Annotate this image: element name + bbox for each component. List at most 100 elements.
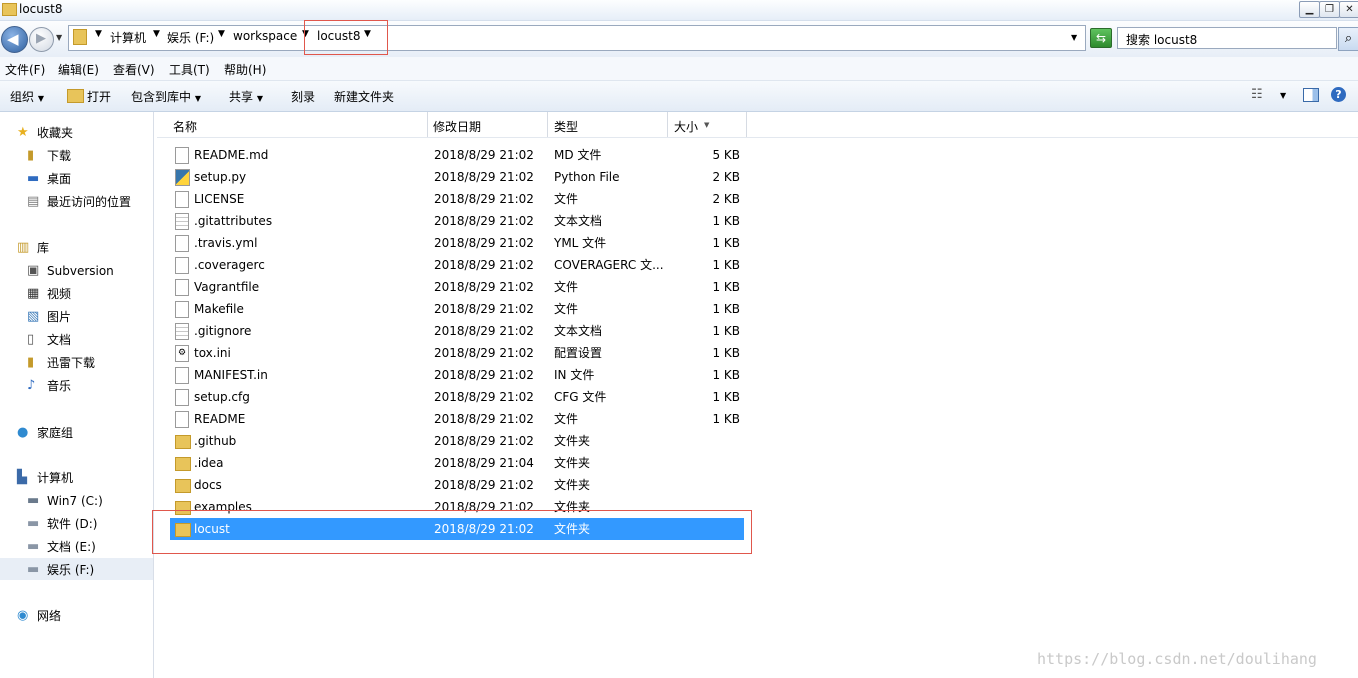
file-size: 1 KB [712,390,740,404]
folder-icon [175,435,191,449]
column-header-size[interactable]: 大小 [674,118,698,135]
breadcrumb-workspace[interactable]: workspace [233,29,297,43]
drive-icon: ▬ [27,562,40,577]
menu-file[interactable]: 文件(F) [5,61,45,78]
file-name: MANIFEST.in [194,368,268,382]
chevron-down-icon[interactable]: ▼ [95,29,102,39]
file-row[interactable]: setup.py 2018/8/29 21:02 Python File 2 KB [170,166,744,188]
file-row[interactable]: README 2018/8/29 21:02 文件 1 KB [170,408,744,430]
file-row[interactable]: .gitignore 2018/8/29 21:02 文本文档 1 KB [170,320,744,342]
nav-label: 文档 [47,333,72,347]
column-header-type[interactable]: 类型 [554,118,578,135]
subversion-icon: ▣ [27,263,40,278]
file-size: 1 KB [712,236,740,250]
preview-pane-icon[interactable] [1303,88,1319,102]
file-size: 2 KB [712,192,740,206]
file-name: setup.py [194,170,247,184]
minimize-button[interactable]: ▁ [1299,1,1320,18]
menu-tools[interactable]: 工具(T) [169,61,210,78]
file-row[interactable]: README.md 2018/8/29 21:02 MD 文件 5 KB [170,144,744,166]
column-header-row [157,112,1358,138]
file-name: .coveragerc [194,258,265,272]
file-size: 1 KB [712,412,740,426]
file-icon [175,301,189,318]
recent-pages-dropdown[interactable]: ▼ [56,33,62,42]
file-name: .idea [194,456,224,470]
file-date: 2018/8/29 21:02 [434,434,534,448]
include-in-library-button[interactable]: 包含到库中 ▼ [131,88,201,105]
column-header-name[interactable]: 名称 [173,118,197,135]
file-date: 2018/8/29 21:02 [434,258,534,272]
open-folder-icon [67,89,84,103]
column-divider[interactable] [427,112,428,137]
file-size: 1 KB [712,258,740,272]
file-row[interactable]: ⚙ tox.ini 2018/8/29 21:02 配置设置 1 KB [170,342,744,364]
back-button[interactable]: ◀ [1,26,28,53]
column-divider[interactable] [547,112,548,137]
close-button[interactable]: ✕ [1339,1,1358,18]
file-size: 1 KB [712,214,740,228]
file-row[interactable]: Vagrantfile 2018/8/29 21:02 文件 1 KB [170,276,744,298]
video-icon: ▦ [27,286,40,301]
file-size: 5 KB [712,148,740,162]
address-history-dropdown[interactable]: ▼ [1071,33,1077,42]
file-type: YML 文件 [554,236,607,250]
file-row[interactable]: docs 2018/8/29 21:02 文件夹 [170,474,744,496]
column-header-date[interactable]: 修改日期 [433,118,481,135]
file-icon [175,389,189,406]
burn-button[interactable]: 刻录 [291,88,315,105]
breadcrumb-drive-f[interactable]: 娱乐 (F:) [167,29,214,46]
drive-icon: ▬ [27,516,40,531]
star-icon: ★ [17,125,29,140]
file-row[interactable]: setup.cfg 2018/8/29 21:02 CFG 文件 1 KB [170,386,744,408]
organize-button[interactable]: 组织 ▼ [10,88,44,105]
column-divider[interactable] [746,112,747,137]
chevron-down-icon: ▼ [256,94,263,103]
search-icon: ⌕ [1344,31,1353,46]
file-name: .github [194,434,237,448]
file-type: 文件夹 [554,478,591,492]
file-row[interactable]: .github 2018/8/29 21:02 文件夹 [170,430,744,452]
folder-icon [175,457,191,471]
file-row[interactable]: .travis.yml 2018/8/29 21:02 YML 文件 1 KB [170,232,744,254]
file-row[interactable]: Makefile 2018/8/29 21:02 文件 1 KB [170,298,744,320]
menu-edit[interactable]: 编辑(E) [58,61,99,78]
file-name: README [194,412,246,426]
file-type: 文件 [554,412,579,426]
chevron-down-icon[interactable]: ▼ [153,29,160,39]
menu-help[interactable]: 帮助(H) [224,61,266,78]
file-type: Python File [554,170,620,184]
maximize-button[interactable]: ❐ [1319,1,1340,18]
refresh-button[interactable]: ⇆ [1090,28,1112,48]
file-size: 1 KB [712,280,740,294]
file-row[interactable]: MANIFEST.in 2018/8/29 21:02 IN 文件 1 KB [170,364,744,386]
file-row[interactable]: LICENSE 2018/8/29 21:02 文件 2 KB [170,188,744,210]
nav-label: 文档 (E:) [47,540,96,554]
organize-label: 组织 [10,90,35,104]
help-icon[interactable]: ? [1331,87,1346,102]
document-icon: ▯ [27,332,35,347]
file-name: .travis.yml [194,236,258,250]
forward-button[interactable]: ▶ [29,27,54,52]
file-row[interactable]: .gitattributes 2018/8/29 21:02 文本文档 1 KB [170,210,744,232]
share-button[interactable]: 共享 ▼ [229,88,263,105]
file-icon [175,367,189,384]
new-folder-button[interactable]: 新建文件夹 [334,88,394,105]
chevron-down-icon[interactable]: ▼ [218,29,225,39]
file-date: 2018/8/29 21:02 [434,170,534,184]
view-options-dropdown[interactable]: ▼ [1280,91,1286,100]
column-divider[interactable] [667,112,668,137]
file-row[interactable]: .idea 2018/8/29 21:04 文件夹 [170,452,744,474]
view-options-icon[interactable]: ☷ [1251,87,1263,102]
nav-label: 图片 [47,310,72,324]
open-button[interactable]: 打开 [87,88,111,105]
menu-view[interactable]: 查看(V) [113,61,155,78]
search-input[interactable]: 搜索 locust8 [1117,27,1337,49]
search-button[interactable]: ⌕ [1338,27,1358,51]
share-label: 共享 [229,90,254,104]
file-type: 文件 [554,192,579,206]
file-row[interactable]: .coveragerc 2018/8/29 21:02 COVERAGERC 文..… [170,254,744,276]
file-name: .gitignore [194,324,252,338]
breadcrumb-computer[interactable]: 计算机 [110,29,146,46]
file-icon [175,411,189,428]
